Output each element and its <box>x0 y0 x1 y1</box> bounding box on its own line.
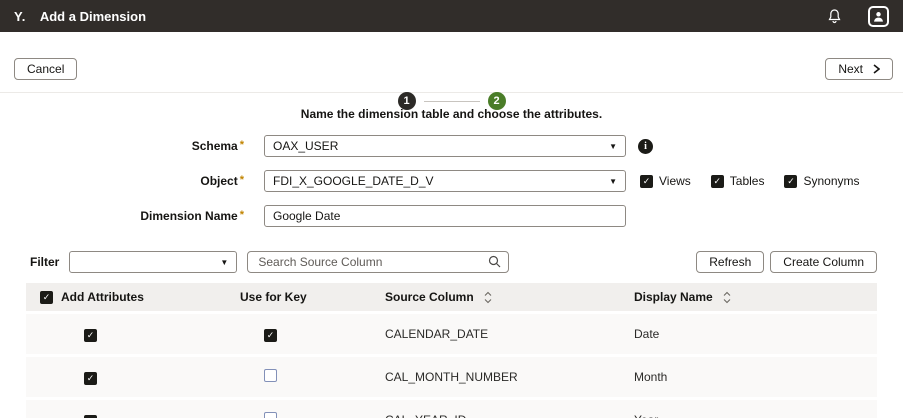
object-type-filter[interactable]: Tables <box>711 174 765 188</box>
sort-icon[interactable] <box>723 291 731 304</box>
object-type-label: Synonyms <box>803 174 859 188</box>
header-actions <box>827 6 889 27</box>
display-name-cell: Year <box>626 413 877 418</box>
search-source-column-input[interactable] <box>247 251 509 273</box>
add-attribute-checkbox[interactable] <box>84 415 97 418</box>
table-body: CALENDAR_DATE Date CAL_MONTH_NUMBER Mont… <box>26 314 877 418</box>
add-attribute-checkbox[interactable] <box>84 329 97 342</box>
required-marker: * <box>240 174 244 186</box>
filter-bar: Filter ▼ Refresh Create Column <box>30 251 877 273</box>
schema-select-value: OAX_USER <box>273 139 338 153</box>
user-avatar-icon <box>868 6 889 27</box>
wizard-stepper: 1 2 <box>398 92 506 110</box>
filter-label: Filter <box>30 255 59 269</box>
use-for-key-checkbox[interactable] <box>264 412 277 418</box>
object-row: Object* FDI_X_GOOGLE_DATE_D_V ▼ Views Ta… <box>0 170 903 192</box>
source-column-header: Source Column <box>385 290 474 304</box>
select-all-attributes-checkbox[interactable] <box>40 291 53 304</box>
dimension-name-label: Dimension Name* <box>0 209 250 223</box>
table-header-row: Add Attributes Use for Key Source Column… <box>26 283 877 311</box>
dimension-form: Schema* OAX_USER ▼ i Object* FDI_X_GOOGL… <box>0 135 903 227</box>
page-title: Add a Dimension <box>40 9 146 24</box>
search-wrap <box>247 251 509 273</box>
add-attributes-header: Add Attributes <box>61 290 144 304</box>
source-column-cell: CAL_YEAR_ID <box>381 413 626 418</box>
step-1-indicator[interactable]: 1 <box>398 92 416 110</box>
dimension-name-row: Dimension Name* <box>0 205 903 227</box>
app-header: Y. Add a Dimension <box>0 0 903 32</box>
schema-info-icon[interactable]: i <box>638 139 653 154</box>
step-2-indicator[interactable]: 2 <box>488 92 506 110</box>
search-icon <box>488 255 501 273</box>
stepper-connector <box>424 101 480 102</box>
app-logo-icon: Y. <box>14 9 26 24</box>
object-label: Object* <box>0 174 250 188</box>
chevron-down-icon: ▼ <box>609 142 617 151</box>
add-attribute-checkbox[interactable] <box>84 372 97 385</box>
use-for-key-checkbox[interactable] <box>264 369 277 382</box>
display-name-header: Display Name <box>634 290 713 304</box>
refresh-button[interactable]: Refresh <box>696 251 764 273</box>
required-marker: * <box>240 209 244 221</box>
object-type-checkbox[interactable] <box>711 175 724 188</box>
object-type-filters: Views Tables Synonyms <box>640 174 860 188</box>
source-column-cell: CALENDAR_DATE <box>381 327 626 341</box>
object-type-filter[interactable]: Views <box>640 174 691 188</box>
notifications-bell-icon[interactable] <box>827 8 842 24</box>
object-select-value: FDI_X_GOOGLE_DATE_D_V <box>273 174 434 188</box>
object-type-checkbox[interactable] <box>640 175 653 188</box>
use-for-key-header: Use for Key <box>226 290 381 304</box>
display-name-cell: Date <box>626 327 877 341</box>
table-row: CAL_MONTH_NUMBER Month <box>26 357 877 397</box>
chevron-down-icon: ▼ <box>220 258 228 267</box>
wizard-toolbar: Cancel 1 2 Next <box>0 32 903 93</box>
object-type-checkbox[interactable] <box>784 175 797 188</box>
chevron-right-icon <box>873 64 880 74</box>
schema-label: Schema* <box>0 139 250 153</box>
filter-select[interactable]: ▼ <box>69 251 237 273</box>
object-select[interactable]: FDI_X_GOOGLE_DATE_D_V ▼ <box>264 170 626 192</box>
display-name-cell: Month <box>626 370 877 384</box>
next-button-label: Next <box>838 62 863 76</box>
object-type-label: Tables <box>730 174 765 188</box>
object-type-label: Views <box>659 174 691 188</box>
next-button[interactable]: Next <box>825 58 893 80</box>
schema-row: Schema* OAX_USER ▼ i <box>0 135 903 157</box>
dimension-name-input[interactable] <box>264 205 626 227</box>
use-for-key-checkbox[interactable] <box>264 329 277 342</box>
schema-select[interactable]: OAX_USER ▼ <box>264 135 626 157</box>
create-column-button[interactable]: Create Column <box>770 251 877 273</box>
source-column-cell: CAL_MONTH_NUMBER <box>381 370 626 384</box>
chevron-down-icon: ▼ <box>609 177 617 186</box>
user-avatar-button[interactable] <box>868 6 889 27</box>
table-row: CALENDAR_DATE Date <box>26 314 877 354</box>
attributes-table: Add Attributes Use for Key Source Column… <box>26 283 877 418</box>
required-marker: * <box>240 139 244 151</box>
table-row: CAL_YEAR_ID Year <box>26 400 877 418</box>
object-type-filter[interactable]: Synonyms <box>784 174 859 188</box>
sort-icon[interactable] <box>484 291 492 304</box>
cancel-button[interactable]: Cancel <box>14 58 77 80</box>
